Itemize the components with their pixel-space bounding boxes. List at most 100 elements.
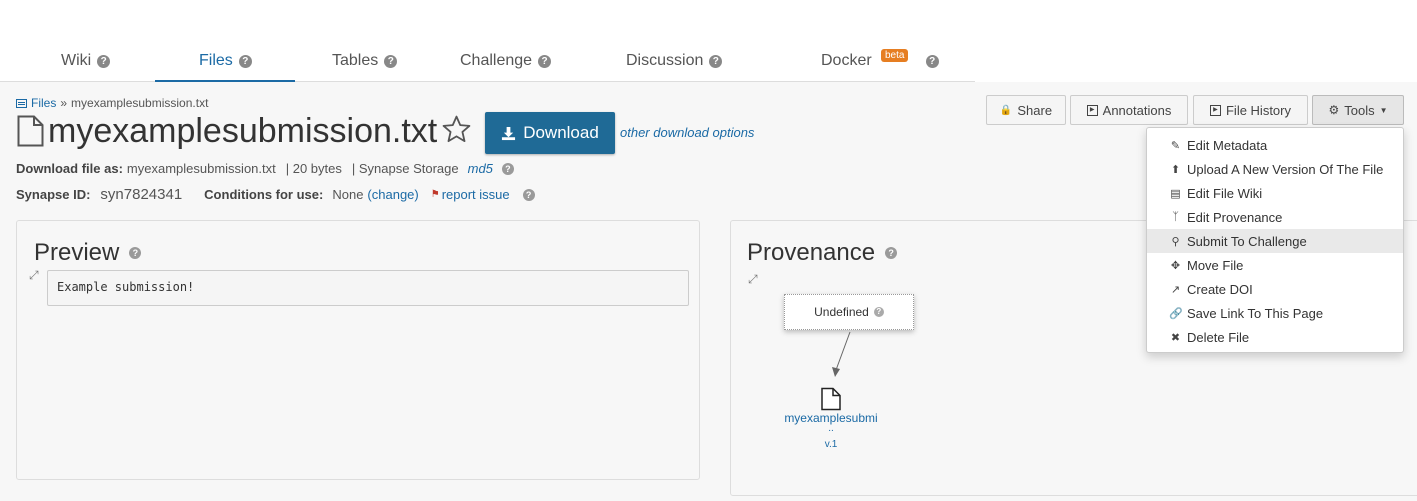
preview-title: Preview: [34, 239, 120, 266]
download-label: Download: [523, 123, 599, 142]
tab-discussion-label: Discussion: [626, 52, 704, 69]
edit-icon: ✎: [1170, 139, 1181, 152]
provenance-title-row: Provenance ?: [747, 239, 898, 267]
help-icon[interactable]: ?: [238, 54, 252, 68]
menu-item-delete-file[interactable]: ✖ Delete File: [1147, 325, 1403, 349]
provenance-node[interactable]: Undefined ?: [784, 294, 914, 330]
menu-item-edit-metadata[interactable]: ✎ Edit Metadata: [1147, 133, 1403, 157]
download-as-value: myexamplesubmission.txt: [126, 161, 276, 176]
annotations-button[interactable]: ▶ Annotations: [1070, 95, 1188, 125]
upload-icon: ⬆: [1170, 163, 1181, 176]
download-info-row: Download file as: myexamplesubmission.tx…: [16, 161, 514, 176]
caret-down-icon: ▼: [1379, 105, 1388, 115]
beta-badge: beta: [881, 49, 909, 62]
menu-item-label: Submit To Challenge: [1187, 233, 1307, 249]
download-icon: [502, 126, 516, 140]
menu-item-save-link[interactable]: 🔗 Save Link To This Page: [1147, 301, 1403, 325]
md5-link[interactable]: md5: [468, 161, 493, 176]
wiki-icon: ▤: [1170, 187, 1181, 200]
tab-challenge-label: Challenge: [460, 52, 533, 69]
menu-item-label: Upload A New Version Of The File: [1187, 161, 1384, 177]
provenance-file-ellipsis: ..: [828, 423, 834, 434]
provenance-file-version: v.1: [824, 439, 838, 450]
provenance-edge: [832, 331, 851, 377]
tab-wiki[interactable]: Wiki ?: [61, 52, 111, 70]
menu-item-upload-new-version[interactable]: ⬆ Upload A New Version Of The File: [1147, 157, 1403, 181]
menu-item-label: Move File: [1187, 257, 1244, 273]
tab-discussion[interactable]: Discussion ?: [626, 52, 723, 70]
menu-item-label: Edit Provenance: [1187, 209, 1283, 225]
tab-files[interactable]: Files ?: [199, 52, 252, 70]
share-button[interactable]: 🔒 Share: [986, 95, 1066, 125]
preview-panel: Preview ? ⤢ Example submission!: [16, 220, 700, 480]
file-icon: [17, 115, 44, 147]
trophy-icon: ⚲: [1171, 235, 1180, 248]
play-square-icon: ▶: [1209, 104, 1221, 116]
help-icon[interactable]: ?: [501, 162, 514, 175]
help-icon[interactable]: ?: [885, 247, 898, 259]
star-icon[interactable]: [441, 114, 472, 145]
help-icon[interactable]: ?: [925, 54, 939, 68]
change-conditions-link[interactable]: (change): [367, 187, 418, 202]
tools-label: Tools: [1344, 102, 1375, 118]
annotations-label: Annotations: [1102, 102, 1172, 118]
gear-icon: ⚙: [1328, 103, 1340, 117]
tab-challenge[interactable]: Challenge ?: [460, 52, 552, 70]
link-icon: 🔗: [1169, 307, 1183, 320]
tab-docker[interactable]: Docker ?: [821, 52, 939, 70]
tab-tables-label: Tables: [332, 52, 379, 69]
preview-content: Example submission!: [47, 270, 689, 306]
report-issue-link[interactable]: report issue: [442, 187, 510, 202]
tab-wiki-label: Wiki: [61, 52, 92, 69]
help-icon[interactable]: ?: [129, 247, 142, 259]
tools-menu: ✎ Edit Metadata ⬆ Upload A New Version O…: [1146, 127, 1404, 353]
menu-item-submit-to-challenge[interactable]: ⚲ Submit To Challenge: [1147, 229, 1403, 253]
synapse-id-value: syn7824341: [100, 186, 183, 203]
tab-files-label: Files: [199, 52, 233, 69]
provenance-node-label: Undefined: [814, 305, 869, 319]
flag-icon: ⚑: [430, 189, 440, 200]
page-title: myexamplesubmission.txt: [48, 112, 438, 150]
menu-item-label: Delete File: [1187, 329, 1250, 345]
help-icon[interactable]: ?: [709, 54, 723, 68]
help-icon[interactable]: ?: [538, 54, 552, 68]
menu-item-label: Edit Metadata: [1187, 137, 1268, 153]
expand-icon[interactable]: ⤢: [748, 272, 758, 287]
menu-item-label: Save Link To This Page: [1187, 305, 1324, 321]
file-size: | 20 bytes: [285, 161, 342, 176]
tab-docker-label: Docker: [821, 52, 872, 69]
external-link-icon: ↗: [1170, 283, 1181, 296]
delete-icon: ✖: [1170, 331, 1181, 344]
download-button[interactable]: Download: [485, 112, 615, 154]
help-icon[interactable]: ?: [873, 307, 884, 317]
breadcrumb-separator: »: [60, 96, 68, 110]
conditions-label: Conditions for use:: [204, 187, 324, 202]
synapse-id-label: Synapse ID:: [16, 187, 91, 202]
expand-icon[interactable]: ⤢: [29, 268, 39, 283]
play-square-icon: ▶: [1086, 104, 1098, 116]
conditions-value: None: [332, 187, 364, 202]
provenance-title: Provenance: [747, 239, 876, 266]
provenance-icon: ᛉ: [1172, 211, 1179, 223]
move-icon: ✥: [1170, 259, 1181, 272]
file-history-label: File History: [1225, 102, 1291, 118]
tab-tables[interactable]: Tables ?: [332, 52, 398, 70]
menu-item-move-file[interactable]: ✥ Move File: [1147, 253, 1403, 277]
file-history-button[interactable]: ▶ File History: [1193, 95, 1308, 125]
menu-item-create-doi[interactable]: ↗ Create DOI: [1147, 277, 1403, 301]
lock-icon: 🔒: [999, 104, 1013, 116]
storage-location: | Synapse Storage: [351, 161, 459, 176]
help-icon[interactable]: ?: [97, 54, 111, 68]
help-icon[interactable]: ?: [522, 188, 535, 201]
help-icon[interactable]: ?: [384, 54, 398, 68]
menu-item-label: Edit File Wiki: [1187, 185, 1263, 201]
menu-item-edit-provenance[interactable]: ᛉ Edit Provenance: [1147, 205, 1403, 229]
share-label: Share: [1017, 102, 1053, 118]
download-as-label: Download file as:: [16, 161, 123, 176]
menu-item-edit-file-wiki[interactable]: ▤ Edit File Wiki: [1147, 181, 1403, 205]
file-icon: [821, 387, 841, 411]
tools-button[interactable]: ⚙ Tools ▼: [1312, 95, 1404, 125]
synapse-id-row: Synapse ID: syn7824341 Conditions for us…: [16, 186, 535, 203]
breadcrumb-files-link[interactable]: Files: [31, 96, 56, 110]
other-download-options-link[interactable]: other download options: [620, 125, 754, 140]
